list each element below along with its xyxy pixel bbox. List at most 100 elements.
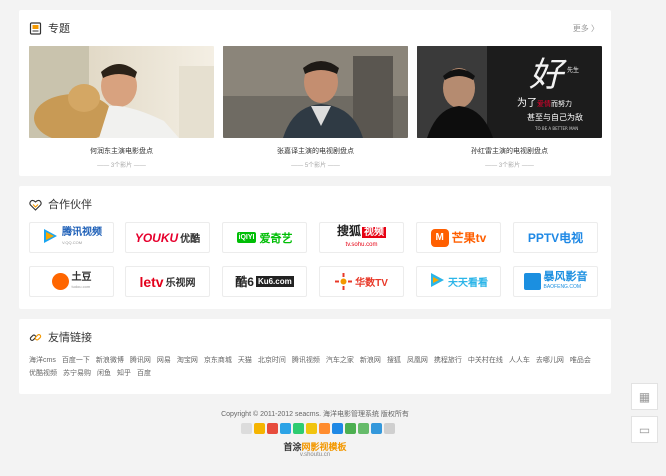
partner-letv-name: letv: [139, 273, 164, 290]
friend-link[interactable]: 淘宝网: [177, 357, 198, 364]
friend-link[interactable]: 新浪微博: [96, 357, 124, 364]
topic-poster-2[interactable]: [223, 46, 408, 138]
friend-link[interactable]: 北京时间: [258, 357, 286, 364]
share-icon[interactable]: [267, 423, 278, 434]
friend-link[interactable]: 苏宁易购: [63, 370, 91, 377]
partner-mango-tv[interactable]: M 芒果tv: [416, 222, 501, 253]
partner-youku-sub: 优酷: [180, 234, 201, 245]
friend-link[interactable]: 腾讯视频: [292, 357, 320, 364]
link-icon: [29, 331, 42, 344]
partner-tencent-name: 腾讯视频: [62, 226, 102, 238]
share-icon[interactable]: [280, 423, 291, 434]
partner-mango-name: 芒果tv: [451, 231, 487, 245]
topic-card-1[interactable]: 何润东主演电影盘点 —— 3个影片 ——: [29, 46, 214, 169]
share-icon[interactable]: [319, 423, 330, 434]
friend-links-list: 海洋cms 百度一下 新浪微博 腾讯网 网易 淘宝网 京东商城 天猫 北京时间 腾讯视频 汽车之家新…: [29, 354, 599, 380]
partners-title: 合作伙伴: [48, 199, 92, 211]
partner-sohu-sub: 视频: [362, 226, 386, 238]
partner-iqiyi[interactable]: iQIYI 爱奇艺: [222, 222, 307, 253]
feedback-button[interactable]: ▭: [631, 416, 658, 443]
topic-title-2[interactable]: 张嘉译主演的电视剧盘点: [223, 146, 408, 156]
share-icon[interactable]: [293, 423, 304, 434]
friend-link[interactable]: 腾讯网: [130, 357, 151, 364]
friend-link[interactable]: 百度一下: [62, 357, 90, 364]
topics-more-link[interactable]: 更多 〉: [573, 23, 599, 34]
partner-baofeng[interactable]: 暴风影音 BAOFENG.COM: [513, 266, 598, 297]
friend-link[interactable]: 百度: [137, 370, 151, 377]
partner-huashu-tv[interactable]: 华数TV: [319, 266, 404, 297]
partner-tiantian[interactable]: 天天看看: [416, 266, 501, 297]
partner-iqiyi-name: 爱奇艺: [259, 232, 293, 245]
topics-header: 专题: [29, 20, 70, 36]
share-icon[interactable]: [332, 423, 343, 434]
partner-pptv[interactable]: PPTV电视: [513, 222, 598, 253]
topic-title-3[interactable]: 孙红雷主演的电视剧盘点: [417, 146, 602, 156]
partner-tencent-sub: V.QQ.COM: [62, 239, 83, 245]
links-title: 友情链接: [48, 332, 92, 344]
partner-tudou-sub: tudou.com: [71, 283, 91, 289]
share-icon[interactable]: [254, 423, 265, 434]
poster-ink-char: 好: [529, 55, 567, 95]
topic-title-1[interactable]: 何润东主演电影盘点: [29, 146, 214, 156]
friend-link[interactable]: 中关村在线: [468, 357, 503, 364]
footer-logo-a: 首涂: [283, 442, 302, 452]
partner-pptv-name: PPTV电视: [527, 231, 584, 245]
partner-tudou[interactable]: 土豆 tudou.com: [29, 266, 114, 297]
friend-link[interactable]: 汽车之家: [326, 357, 354, 364]
topics-title: 专题: [48, 23, 70, 35]
footer-copyright: Copyright © 2011-2012 seacms. 海洋电影管理系统 版…: [221, 411, 409, 418]
share-icon[interactable]: [384, 423, 395, 434]
footer-logo-b: 网影视模板: [301, 442, 347, 452]
partner-letv[interactable]: letv 乐视网: [125, 266, 210, 297]
friend-link[interactable]: 去哪儿网: [536, 357, 564, 364]
friend-link[interactable]: 京东商城: [204, 357, 232, 364]
partner-sohu[interactable]: 搜狐 视频 tv.sohu.com: [319, 222, 404, 253]
qr-code-icon: ▦: [638, 389, 651, 404]
partners-header: 合作伙伴: [29, 196, 92, 212]
share-icon[interactable]: [358, 423, 369, 434]
partner-tencent-video[interactable]: 腾讯视频 V.QQ.COM: [29, 222, 114, 253]
friend-link[interactable]: 人人车: [509, 357, 530, 364]
chat-icon: ▭: [638, 422, 651, 437]
partner-tudou-name: 土豆: [71, 271, 92, 283]
friend-link[interactable]: 网易: [157, 357, 171, 364]
share-icon[interactable]: [345, 423, 356, 434]
poster-line1: 为了: [517, 97, 537, 109]
share-icon[interactable]: [371, 423, 382, 434]
partner-letv-sub: 乐视网: [165, 278, 196, 289]
friend-link[interactable]: 天猫: [238, 357, 252, 364]
topic-count-3: —— 3个影片 ——: [485, 163, 534, 169]
footer-url[interactable]: v.shoutu.cn: [0, 452, 630, 458]
friend-link[interactable]: 新浪网: [360, 357, 381, 364]
partner-iqiyi-mark: iQIYI: [236, 232, 257, 243]
tudou-icon: [51, 273, 69, 290]
topic-poster-3[interactable]: 好 先生 为了爱情而努力 甚至与自己为敌 TO BE A BETTER MAN: [417, 46, 602, 138]
friend-link[interactable]: 携程旅行: [434, 357, 462, 364]
friend-link[interactable]: 闲鱼: [97, 370, 111, 377]
tiantian-play-icon: [429, 272, 445, 291]
partner-baofeng-sub: BAOFENG.COM: [543, 283, 582, 290]
share-icon[interactable]: [306, 423, 317, 434]
friend-link[interactable]: 唯品会: [570, 357, 591, 364]
share-icon[interactable]: [241, 423, 252, 434]
partner-tiantian-name: 天天看看: [448, 278, 488, 289]
topic-count-2: —— 5个影片 ——: [291, 163, 340, 169]
topic-card-2[interactable]: 张嘉译主演的电视剧盘点 —— 5个影片 ——: [223, 46, 408, 169]
topic-card-3[interactable]: 好 先生 为了爱情而努力 甚至与自己为敌 TO BE A BETTER MAN …: [417, 46, 602, 169]
poster-small-label: 先生: [567, 66, 579, 74]
partner-youku[interactable]: YOUKU 优酷: [125, 222, 210, 253]
partner-ku6[interactable]: 酷6 Ku6.com: [222, 266, 307, 297]
topic-poster-1[interactable]: [29, 46, 214, 138]
partner-sohu-url: tv.sohu.com: [345, 241, 378, 248]
friend-link[interactable]: 凤凰网: [407, 357, 428, 364]
friend-link[interactable]: 优酷视频: [29, 370, 57, 377]
friend-link[interactable]: 海洋cms: [29, 357, 56, 364]
tencent-play-icon: [41, 227, 59, 248]
qr-code-button[interactable]: ▦: [631, 383, 658, 410]
topic-count-1: —— 3个影片 ——: [97, 163, 146, 169]
friend-link[interactable]: 搜狐: [387, 357, 401, 364]
mango-icon: M: [430, 228, 449, 247]
partner-ku6-sub: Ku6.com: [255, 276, 294, 287]
friend-link[interactable]: 知乎: [117, 370, 131, 377]
huashu-icon: [335, 273, 353, 290]
